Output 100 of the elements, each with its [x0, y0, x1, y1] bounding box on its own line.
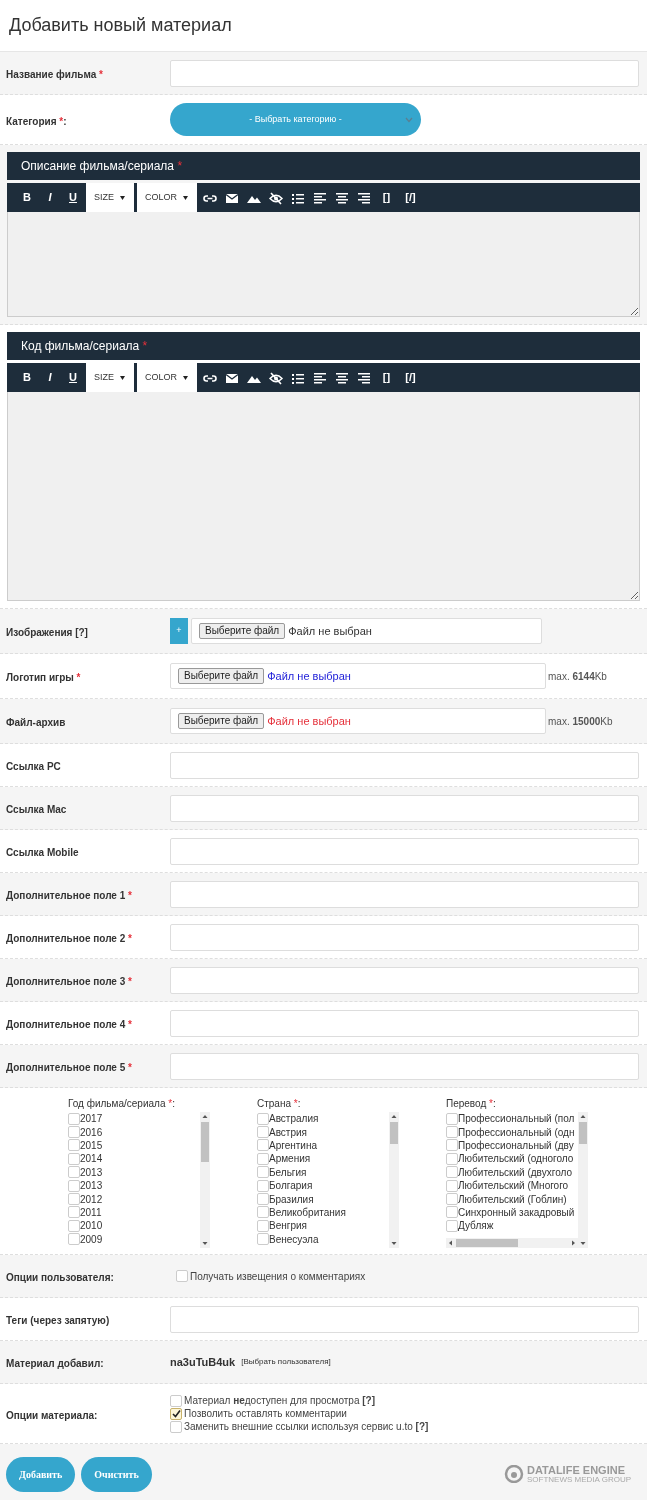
format-button[interactable]: I — [40, 369, 60, 386]
toolbar-button[interactable] — [266, 370, 285, 385]
checkbox[interactable] — [446, 1126, 458, 1139]
checkbox[interactable] — [68, 1112, 80, 1125]
checkbox[interactable] — [170, 1394, 182, 1407]
checkbox[interactable] — [446, 1179, 458, 1192]
field-label: Логотип игры * — [6, 672, 81, 683]
list-option: Бразилия — [269, 1192, 314, 1206]
toolbar-dropdown[interactable]: COLOR — [137, 183, 197, 212]
checkbox[interactable] — [446, 1193, 458, 1206]
checkbox[interactable] — [257, 1219, 269, 1232]
checkbox[interactable] — [257, 1152, 269, 1165]
field-label: Ссылка Mac — [6, 804, 67, 815]
checkbox[interactable] — [446, 1206, 458, 1219]
option-label: Позволить оставлять комментарии — [184, 1407, 347, 1421]
eye-slash-icon — [268, 190, 283, 205]
format-button[interactable]: U — [63, 369, 83, 386]
checkbox[interactable] — [257, 1206, 269, 1219]
checkbox[interactable] — [257, 1233, 269, 1246]
checkbox[interactable] — [170, 1420, 182, 1433]
eye-slash-icon — [268, 370, 283, 385]
text-field[interactable] — [170, 966, 639, 994]
list-option: 2010 — [80, 1219, 103, 1233]
format-button[interactable]: B — [17, 369, 37, 386]
select-user-link[interactable]: [Выбрать пользователя] — [241, 1356, 331, 1368]
checkbox-list[interactable]: Австралия Австрия Аргентина Армения Бельгия Болгария Бразилия Великобритания Венгрия Венесуэла — [257, 1112, 399, 1248]
list-option: Болгария — [269, 1179, 313, 1193]
format-button[interactable]: B — [17, 189, 37, 206]
checkbox[interactable] — [257, 1166, 269, 1179]
list-option: Профессиональный (одн — [458, 1125, 575, 1139]
checkbox[interactable] — [68, 1193, 80, 1206]
format-button[interactable]: U — [63, 189, 83, 206]
align-right-icon — [356, 370, 371, 385]
text-area[interactable] — [7, 212, 640, 317]
checkbox[interactable] — [68, 1152, 80, 1165]
tag-button[interactable]: [/] — [400, 189, 421, 206]
field-label: Ссылка Mobile — [6, 847, 79, 858]
username: na3uTuB4uk — [170, 1354, 236, 1370]
align-left-icon — [312, 190, 327, 205]
file-field[interactable]: Выберите файл Файл не выбран — [170, 708, 546, 734]
checkbox[interactable] — [446, 1166, 458, 1179]
text-field[interactable] — [170, 59, 639, 87]
field-label: Теги (через запятую) — [6, 1315, 110, 1326]
text-field[interactable] — [170, 751, 639, 779]
text-area[interactable] — [7, 392, 640, 601]
list-option: Синхронный закадровый — [458, 1205, 575, 1219]
toolbar-button[interactable] — [266, 190, 285, 205]
list-option: Армения — [269, 1152, 311, 1166]
list-option: 2017 — [80, 1112, 103, 1126]
text-field[interactable] — [170, 1052, 639, 1080]
text-field[interactable] — [170, 1305, 639, 1333]
checkbox[interactable] — [170, 1407, 182, 1420]
checkbox[interactable] — [176, 1270, 188, 1282]
field-label: Материал добавил: — [6, 1358, 104, 1369]
field-label: Дополнительное поле 3 * — [6, 976, 132, 987]
checkbox[interactable] — [68, 1166, 80, 1179]
list-option: 2014 — [80, 1152, 103, 1166]
choose-file-button[interactable]: Выберите файл — [199, 623, 286, 639]
file-field[interactable]: Выберите файл Файл не выбран — [170, 663, 546, 689]
checkbox[interactable] — [68, 1219, 80, 1232]
checkbox[interactable] — [68, 1233, 80, 1246]
checkbox[interactable] — [68, 1139, 80, 1152]
list-option: 2016 — [80, 1125, 103, 1139]
file-field[interactable]: Выберите файл Файл не выбран — [191, 618, 542, 644]
checkbox-list[interactable]: 2017 2016 2015 2014 2013 2013 2012 2011 2010 2009 — [68, 1112, 210, 1248]
eye-logo-icon — [504, 1465, 524, 1483]
tag-button[interactable]: [/] — [400, 369, 421, 386]
check-icon — [171, 1409, 181, 1418]
text-field[interactable] — [170, 837, 639, 865]
checkbox[interactable] — [257, 1179, 269, 1192]
checkbox[interactable] — [68, 1126, 80, 1139]
text-field[interactable] — [170, 923, 639, 951]
checkbox[interactable] — [257, 1126, 269, 1139]
logo-name: DATALIFE ENGINE — [527, 1464, 626, 1476]
list-option: 2012 — [80, 1192, 103, 1206]
text-field[interactable] — [170, 794, 639, 822]
format-button[interactable]: I — [40, 189, 60, 206]
choose-file-button[interactable]: Выберите файл — [178, 668, 265, 684]
toolbar-dropdown[interactable]: COLOR — [137, 363, 197, 392]
checkbox[interactable] — [446, 1139, 458, 1152]
checkbox[interactable] — [257, 1139, 269, 1152]
checkbox-list[interactable]: Профессиональный (пол Профессиональный (одн Профессиональный (дву Любительский (одноголо Любительский (двухголо Любительский (Многого Любительский (Гоблин) Синхронный закадровый Дубляж — [446, 1112, 588, 1248]
align-center-icon — [334, 190, 349, 205]
field-label: Опции пользователя: — [6, 1272, 114, 1283]
toolbar-dropdown[interactable]: SIZE — [86, 363, 134, 392]
text-field[interactable] — [170, 1009, 639, 1037]
tag-button[interactable]: [] — [376, 189, 397, 206]
choose-file-button[interactable]: Выберите файл — [178, 713, 265, 729]
toolbar-dropdown[interactable]: SIZE — [86, 183, 134, 212]
checkbox[interactable] — [446, 1112, 458, 1125]
text-field[interactable] — [170, 880, 639, 908]
tag-button[interactable]: [] — [376, 369, 397, 386]
checkbox[interactable] — [68, 1179, 80, 1192]
checkbox[interactable] — [446, 1152, 458, 1165]
checkbox[interactable] — [446, 1219, 458, 1232]
field-label: Изображения [?] — [6, 627, 88, 638]
checkbox[interactable] — [257, 1193, 269, 1206]
list-option: Любительский (одноголо — [458, 1152, 574, 1166]
checkbox[interactable] — [257, 1112, 269, 1125]
checkbox[interactable] — [68, 1206, 80, 1219]
